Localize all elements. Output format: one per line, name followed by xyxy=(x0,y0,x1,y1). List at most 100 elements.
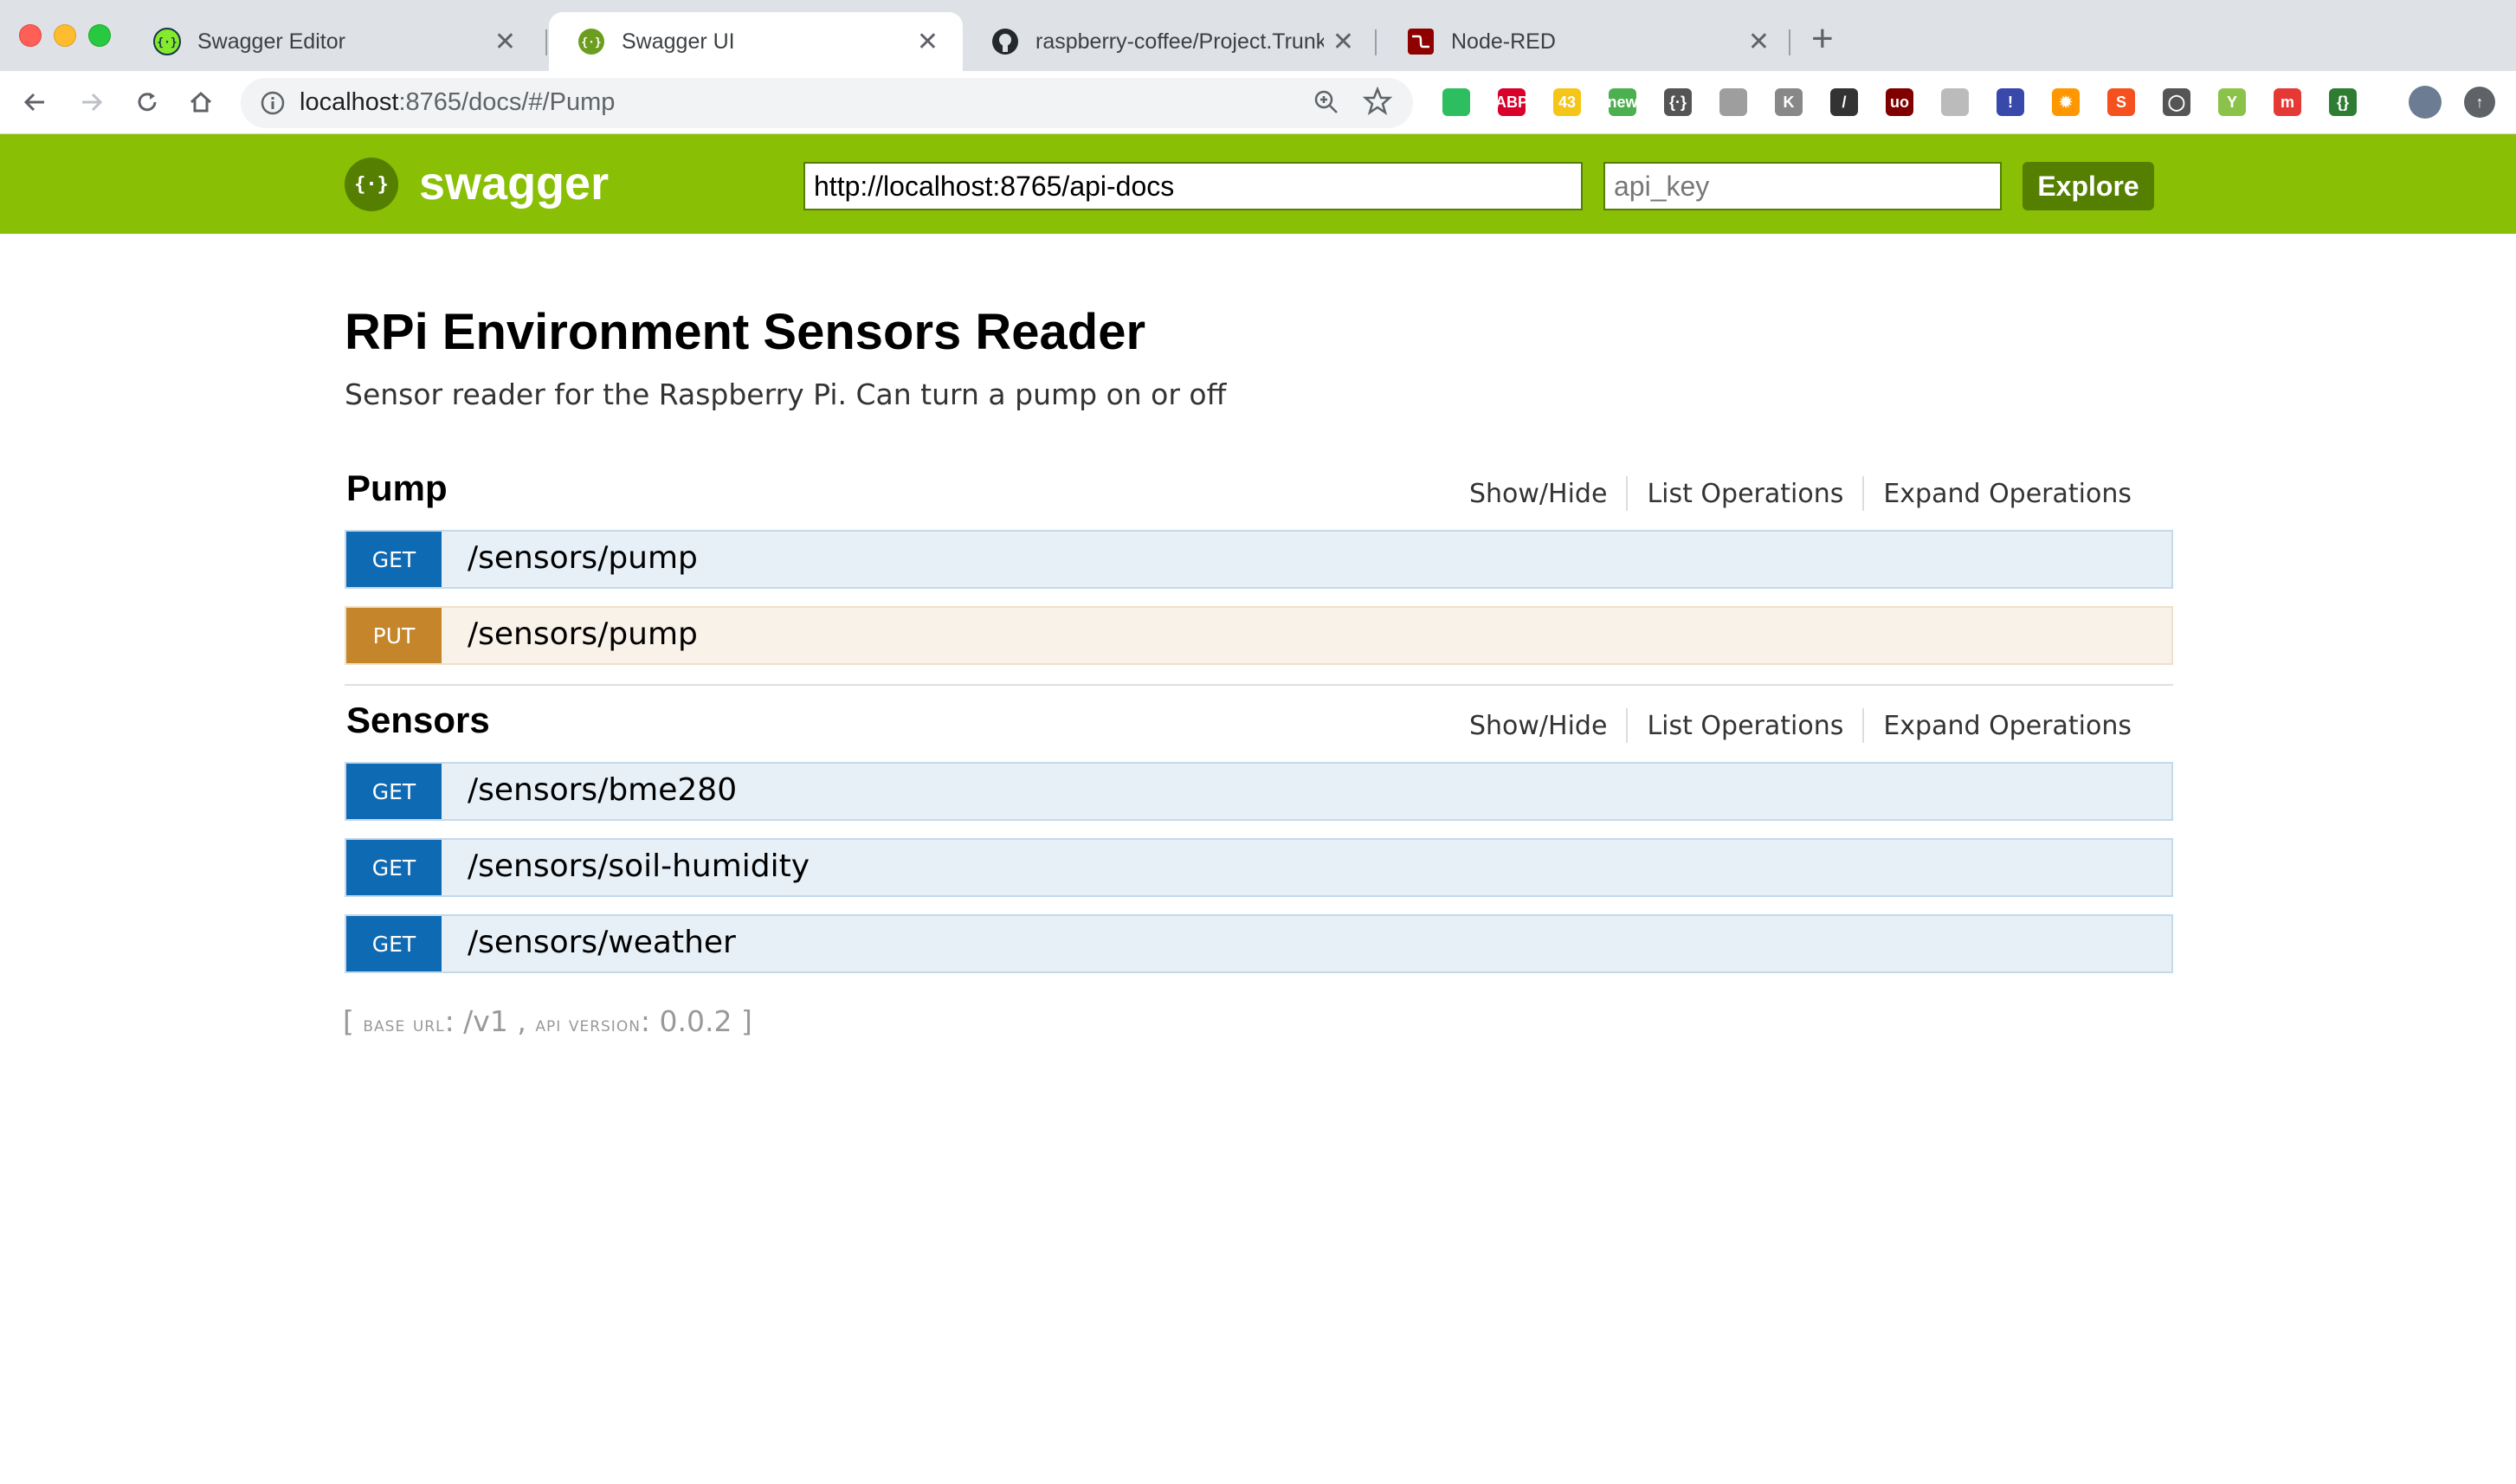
tab-close-icon[interactable]: ✕ xyxy=(917,27,939,57)
list-operations-link[interactable]: List Operations xyxy=(1628,711,1862,741)
tab-close-icon[interactable]: ✕ xyxy=(494,27,516,57)
tab-node-red[interactable]: Node-RED ✕ xyxy=(1378,12,1794,71)
tab-swagger-ui[interactable]: {·} Swagger UI ✕ xyxy=(549,12,963,71)
json-icon[interactable]: {} xyxy=(2329,88,2357,116)
operation-get-weather[interactable]: GET /sensors/weather xyxy=(345,914,2173,973)
api-version-label: api version xyxy=(535,1012,641,1036)
explore-button[interactable]: Explore xyxy=(2022,162,2154,210)
terminal-icon[interactable]: / xyxy=(1830,88,1858,116)
http-method-badge[interactable]: GET xyxy=(346,764,442,819)
bulb-icon[interactable]: ◯ xyxy=(2163,88,2190,116)
browser-tab-bar: {·} Swagger Editor ✕ {·} Swagger UI ✕ ra… xyxy=(0,0,2516,71)
section-actions: Show/Hide List Operations Expand Operati… xyxy=(1450,476,2151,511)
show-hide-link[interactable]: Show/Hide xyxy=(1450,479,1626,509)
section-pump: Pump Show/Hide List Operations Expand Op… xyxy=(345,468,2173,675)
swagger-icon: {·} xyxy=(152,27,182,56)
base-url-label: base url xyxy=(363,1012,445,1036)
window-zoom-button[interactable] xyxy=(88,24,111,47)
swagger-brand[interactable]: swagger xyxy=(419,157,609,210)
address-path: :8765/docs/#/Pump xyxy=(398,88,616,116)
section-actions: Show/Hide List Operations Expand Operati… xyxy=(1450,708,2151,743)
flag-icon[interactable]: ! xyxy=(1997,88,2024,116)
node-red-icon xyxy=(1406,27,1435,56)
http-method-badge[interactable]: GET xyxy=(346,532,442,587)
tab-separator xyxy=(545,29,547,55)
evernote-icon[interactable] xyxy=(1442,88,1470,116)
operation-path[interactable]: /sensors/weather xyxy=(468,925,736,960)
footer-close-bracket: ] xyxy=(732,1004,752,1038)
api-url-input[interactable] xyxy=(803,162,1583,210)
address-host: localhost xyxy=(300,88,399,116)
address-bar[interactable]: localhost:8765/docs/#/Pump xyxy=(241,78,1413,128)
expand-operations-link[interactable]: Expand Operations xyxy=(1864,479,2151,509)
tab-separator xyxy=(1375,29,1377,55)
operation-get-pump[interactable]: GET /sensors/pump xyxy=(345,530,2173,589)
http-method-badge[interactable]: GET xyxy=(346,840,442,895)
swagger-icon: {·} xyxy=(577,27,606,56)
tab-separator xyxy=(1789,29,1790,55)
operation-path[interactable]: /sensors/bme280 xyxy=(468,772,737,808)
list-operations-link[interactable]: List Operations xyxy=(1628,479,1862,509)
weather-icon[interactable]: 43 xyxy=(1553,88,1581,116)
back-arrow-icon[interactable] xyxy=(16,83,54,121)
operation-path[interactable]: /sensors/pump xyxy=(468,540,698,576)
footer-open-bracket: [ xyxy=(343,1004,364,1038)
tab-title: Node-RED xyxy=(1451,29,1556,54)
reload-icon[interactable] xyxy=(128,83,166,121)
zoom-icon[interactable] xyxy=(1313,88,1340,120)
forward-arrow-icon[interactable] xyxy=(73,83,111,121)
operation-path[interactable]: /sensors/soil-humidity xyxy=(468,848,810,884)
ublock-icon[interactable]: uo xyxy=(1886,88,1913,116)
api-key-input[interactable] xyxy=(1603,162,2002,210)
plant-icon[interactable]: Y xyxy=(2218,88,2246,116)
adblock-plus-icon[interactable]: ABP xyxy=(1495,88,1528,116)
profile-avatar[interactable] xyxy=(2409,86,2442,119)
box-icon[interactable] xyxy=(1719,88,1747,116)
tab-title: raspberry-coffee/Project.Trunk xyxy=(1035,29,1324,54)
window-minimize-button[interactable] xyxy=(54,24,76,47)
operation-get-soil-humidity[interactable]: GET /sensors/soil-humidity xyxy=(345,838,2173,897)
expand-operations-link[interactable]: Expand Operations xyxy=(1864,711,2151,741)
api-version-value: 0.0.2 xyxy=(659,1004,732,1038)
tab-title: Swagger Editor xyxy=(197,29,345,54)
http-method-badge[interactable]: PUT xyxy=(346,608,442,663)
section-sensors: Sensors Show/Hide List Operations Expand… xyxy=(345,700,2173,977)
update-arrow-icon[interactable]: ↑ xyxy=(2464,87,2495,118)
svg-text:{·}: {·} xyxy=(157,36,177,49)
tab-close-icon[interactable]: ✕ xyxy=(1748,27,1770,57)
swagger-header: {·} swagger Explore xyxy=(0,134,2516,234)
tab-title: Swagger UI xyxy=(622,29,735,54)
section-title[interactable]: Pump xyxy=(346,468,448,509)
github-icon xyxy=(990,27,1020,56)
api-description: Sensor reader for the Raspberry Pi. Can … xyxy=(345,377,1227,411)
circle-icon[interactable] xyxy=(1941,88,1969,116)
api-title: RPi Environment Sensors Reader xyxy=(345,304,1146,360)
new-badge-icon[interactable]: new xyxy=(1608,88,1638,116)
svg-text:{·}: {·} xyxy=(581,36,601,49)
swirl-icon[interactable]: S xyxy=(2107,88,2135,116)
operation-path[interactable]: /sensors/pump xyxy=(468,616,698,652)
operation-put-pump[interactable]: PUT /sensors/pump xyxy=(345,606,2173,665)
gear-ext-icon[interactable]: ✹ xyxy=(2052,88,2080,116)
api-footer: [ base url: /v1 , api version: 0.0.2 ] xyxy=(343,1004,752,1038)
swagger-ext-icon[interactable]: {·} xyxy=(1664,88,1692,116)
http-method-badge[interactable]: GET xyxy=(346,916,442,971)
address-url: localhost:8765/docs/#/Pump xyxy=(300,88,615,117)
site-info-icon[interactable] xyxy=(260,90,286,120)
browser-toolbar: localhost:8765/docs/#/Pump ABP 43 new {·} K /… xyxy=(0,71,2516,134)
section-divider xyxy=(345,684,2173,686)
base-url-value: /v1 xyxy=(463,1004,508,1038)
home-icon[interactable] xyxy=(182,83,220,121)
tab-swagger-editor[interactable]: {·} Swagger Editor ✕ xyxy=(125,12,540,71)
section-title[interactable]: Sensors xyxy=(346,700,490,741)
tab-close-icon[interactable]: ✕ xyxy=(1332,27,1354,57)
bookmark-star-icon[interactable] xyxy=(1362,86,1393,120)
k-icon[interactable]: K xyxy=(1775,88,1803,116)
swagger-logo-icon[interactable]: {·} xyxy=(345,158,398,211)
new-tab-plus-icon[interactable]: + xyxy=(1811,17,1834,61)
tab-github[interactable]: raspberry-coffee/Project.Trunk ✕ xyxy=(963,12,1378,71)
operation-get-bme280[interactable]: GET /sensors/bme280 xyxy=(345,762,2173,821)
show-hide-link[interactable]: Show/Hide xyxy=(1450,711,1626,741)
window-close-button[interactable] xyxy=(19,24,42,47)
m-icon[interactable]: m xyxy=(2274,88,2301,116)
